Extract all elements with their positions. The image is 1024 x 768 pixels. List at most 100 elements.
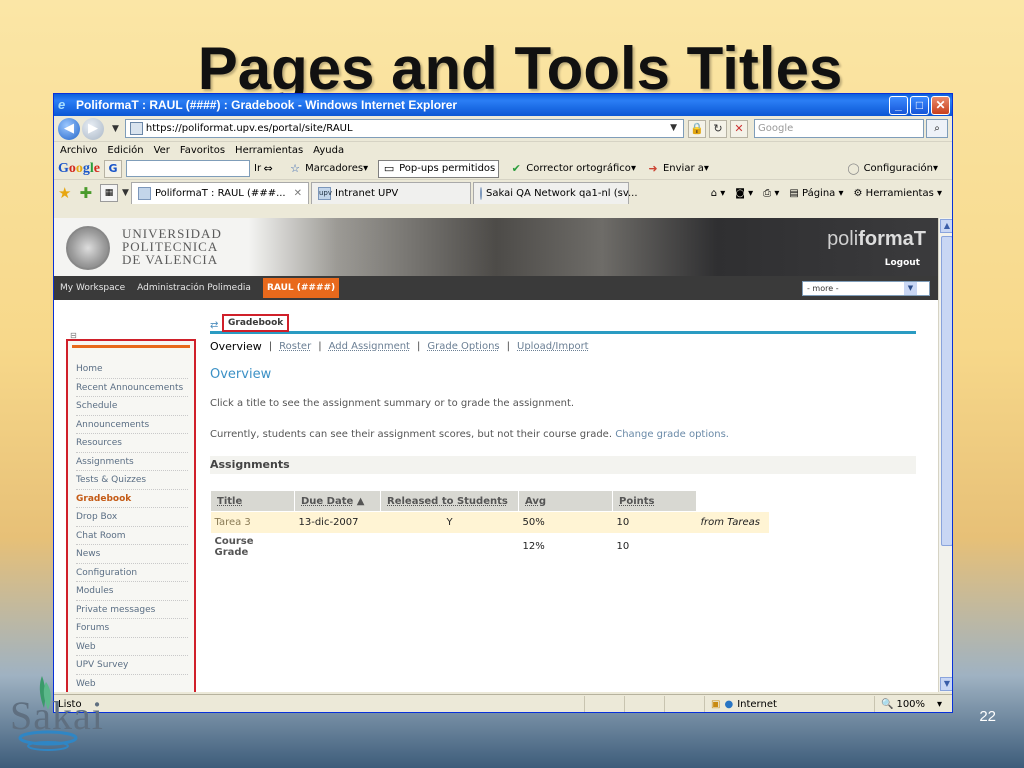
- search-input[interactable]: Google: [754, 119, 924, 138]
- nav-item-announcements[interactable]: Announcements: [76, 416, 188, 434]
- nav-item-schedule[interactable]: Schedule: [76, 397, 188, 416]
- site-tab-my-workspace[interactable]: My Workspace: [60, 283, 125, 293]
- collapse-menu-icon[interactable]: ⊟: [70, 331, 77, 340]
- close-tab-icon[interactable]: ✕: [294, 188, 302, 199]
- university-name: UNIVERSIDAD POLITECNICA DE VALENCIA: [122, 226, 222, 267]
- vertical-scrollbar[interactable]: ▲ ▼: [938, 218, 952, 692]
- site-tab-polimedia[interactable]: Administración Polimedia: [137, 283, 251, 293]
- quick-tabs-icon[interactable]: ▦: [100, 184, 119, 202]
- tab-sakai-qa[interactable]: Sakai QA Network qa1-nl (sv...: [473, 182, 638, 204]
- assignments-heading: Assignments: [210, 456, 916, 474]
- close-button[interactable]: ✕: [931, 95, 950, 115]
- nav-item-forums[interactable]: Forums: [76, 619, 188, 638]
- nav-item-drop-box[interactable]: Drop Box: [76, 508, 188, 527]
- toolbar-add-assignment[interactable]: Add Assignment: [329, 341, 410, 352]
- tools-menu[interactable]: ⚙ Herramientas ▾: [854, 188, 942, 199]
- back-icon[interactable]: ◀: [58, 117, 80, 140]
- print-icon[interactable]: ⎙ ▾: [763, 188, 779, 199]
- toolbar-overview: Overview: [210, 340, 262, 353]
- site-banner: UNIVERSIDAD POLITECNICA DE VALENCIA poli…: [54, 218, 938, 276]
- url-input[interactable]: https://poliformat.upv.es/portal/site/RA…: [124, 119, 684, 138]
- menu-ayuda[interactable]: Ayuda: [313, 145, 344, 156]
- grade-visibility-text: Currently, students can see their assign…: [210, 429, 729, 440]
- minimize-button[interactable]: _: [889, 95, 908, 115]
- nav-item-home[interactable]: Home: [76, 360, 188, 379]
- send-icon: ➜: [648, 161, 658, 175]
- google-g-icon[interactable]: G: [104, 159, 122, 178]
- assignment-title-link[interactable]: Tarea 3: [210, 511, 295, 533]
- search-icon[interactable]: ⌕: [926, 119, 948, 138]
- spellcheck-button[interactable]: ✔ Corrector ortográfico ▾: [509, 162, 636, 176]
- col-avg[interactable]: Avg: [518, 490, 613, 512]
- popups-button[interactable]: ▭ Pop-ups permitidos: [378, 159, 500, 178]
- feeds-icon[interactable]: ◙ ▾: [735, 188, 753, 199]
- reset-tool-icon[interactable]: ⇄: [210, 320, 218, 331]
- add-favorite-icon[interactable]: ✚: [79, 184, 92, 202]
- nav-item-news[interactable]: News: [76, 545, 188, 564]
- menu-favoritos[interactable]: Favoritos: [180, 145, 225, 156]
- menu-archivo[interactable]: Archivo: [60, 145, 97, 156]
- nav-item-private-messages[interactable]: Private messages: [76, 601, 188, 619]
- nav-item-resources[interactable]: Resources: [76, 434, 188, 453]
- site-tab-raul[interactable]: RAUL (####): [262, 278, 340, 298]
- scroll-thumb[interactable]: [941, 236, 952, 546]
- nav-item-web[interactable]: Web: [76, 638, 188, 656]
- nav-item-gradebook[interactable]: Gradebook: [76, 490, 188, 508]
- nav-item-configuration[interactable]: Configuration: [76, 564, 188, 582]
- nav-item-modules[interactable]: Modules: [76, 582, 188, 601]
- site-nav: My Workspace Administración Polimedia RA…: [54, 276, 938, 300]
- toolbar-roster[interactable]: Roster: [279, 341, 311, 352]
- send-to-button[interactable]: ➜ Enviar a ▾: [646, 162, 709, 176]
- history-dropdown-icon[interactable]: ▼: [112, 124, 119, 134]
- scroll-up-icon[interactable]: ▲: [940, 219, 952, 233]
- refresh-icon[interactable]: ↻: [709, 119, 727, 138]
- lock-icon[interactable]: 🔒: [688, 119, 706, 138]
- google-settings-button[interactable]: ◯ Configuración ▾: [847, 162, 938, 176]
- forward-icon[interactable]: ▶: [82, 117, 104, 140]
- tab-label: PoliformaT : RAUL (###...: [154, 188, 286, 199]
- page-menu[interactable]: ▤ Página ▾: [789, 188, 843, 199]
- change-grade-options-link[interactable]: Change grade options.: [615, 429, 729, 440]
- points-cell: 10: [616, 541, 630, 552]
- maximize-button[interactable]: □: [910, 95, 929, 115]
- col-due-date[interactable]: Due Date ▲: [294, 490, 381, 512]
- url-dropdown-icon[interactable]: ▼: [670, 120, 677, 137]
- tab-poliformat[interactable]: PoliformaT : RAUL (###... ✕: [130, 182, 309, 204]
- bookmarks-button[interactable]: ☆ Marcadores ▾: [288, 162, 368, 176]
- menu-edicion[interactable]: Edición: [107, 145, 143, 156]
- chevron-down-icon: ▼: [904, 281, 917, 295]
- slide-number: 22: [979, 708, 996, 725]
- due-date-cell: [295, 533, 381, 561]
- nav-item-assignments[interactable]: Assignments: [76, 453, 188, 471]
- home-icon[interactable]: ⌂ ▾: [711, 188, 726, 199]
- course-grade-label: Course Grade: [214, 535, 254, 558]
- google-search-input[interactable]: [126, 160, 250, 177]
- toolbar-grade-options[interactable]: Grade Options: [427, 341, 499, 352]
- ie-window: e PoliformaT : RAUL (####) : Gradebook -…: [53, 93, 953, 713]
- menu-ver[interactable]: Ver: [154, 145, 170, 156]
- stop-icon[interactable]: ✕: [730, 119, 748, 138]
- toolbar-upload-import[interactable]: Upload/Import: [517, 341, 589, 352]
- more-sites-select[interactable]: - more - ▼: [802, 280, 930, 296]
- sakai-icon: [480, 187, 482, 200]
- scroll-down-icon[interactable]: ▼: [940, 677, 952, 691]
- col-points[interactable]: Points: [612, 490, 697, 512]
- tab-list-icon[interactable]: ▼: [122, 188, 129, 198]
- google-toolbar: Google G Ir ⇔ ☆ Marcadores ▾ ▭ Pop-ups permi…: [54, 158, 952, 180]
- menu-herramientas[interactable]: Herramientas: [235, 145, 303, 156]
- zoom-icon: 🔍: [881, 699, 894, 710]
- upv-icon: upv: [318, 187, 332, 200]
- sakai-wordmark: Sakai: [10, 693, 104, 738]
- col-title[interactable]: Title: [210, 490, 295, 512]
- nav-item-recent-announcements[interactable]: Recent Announcements: [76, 379, 188, 397]
- avg-cell: 12%: [522, 541, 545, 552]
- logout-link[interactable]: Logout: [885, 258, 920, 268]
- tool-menu: ⊟ Home Recent Announcements Schedule Ann…: [66, 331, 196, 692]
- nav-item-chat-room[interactable]: Chat Room: [76, 527, 188, 545]
- favorites-star-icon[interactable]: ★: [58, 184, 71, 202]
- col-released[interactable]: Released to Students: [380, 490, 519, 512]
- tab-intranet-upv[interactable]: upv Intranet UPV: [311, 182, 471, 204]
- nav-item-tests-quizzes[interactable]: Tests & Quizzes: [76, 471, 188, 490]
- google-go-button[interactable]: Ir ⇔: [254, 162, 278, 176]
- zoom-control[interactable]: 🔍 100% ▾: [874, 695, 952, 712]
